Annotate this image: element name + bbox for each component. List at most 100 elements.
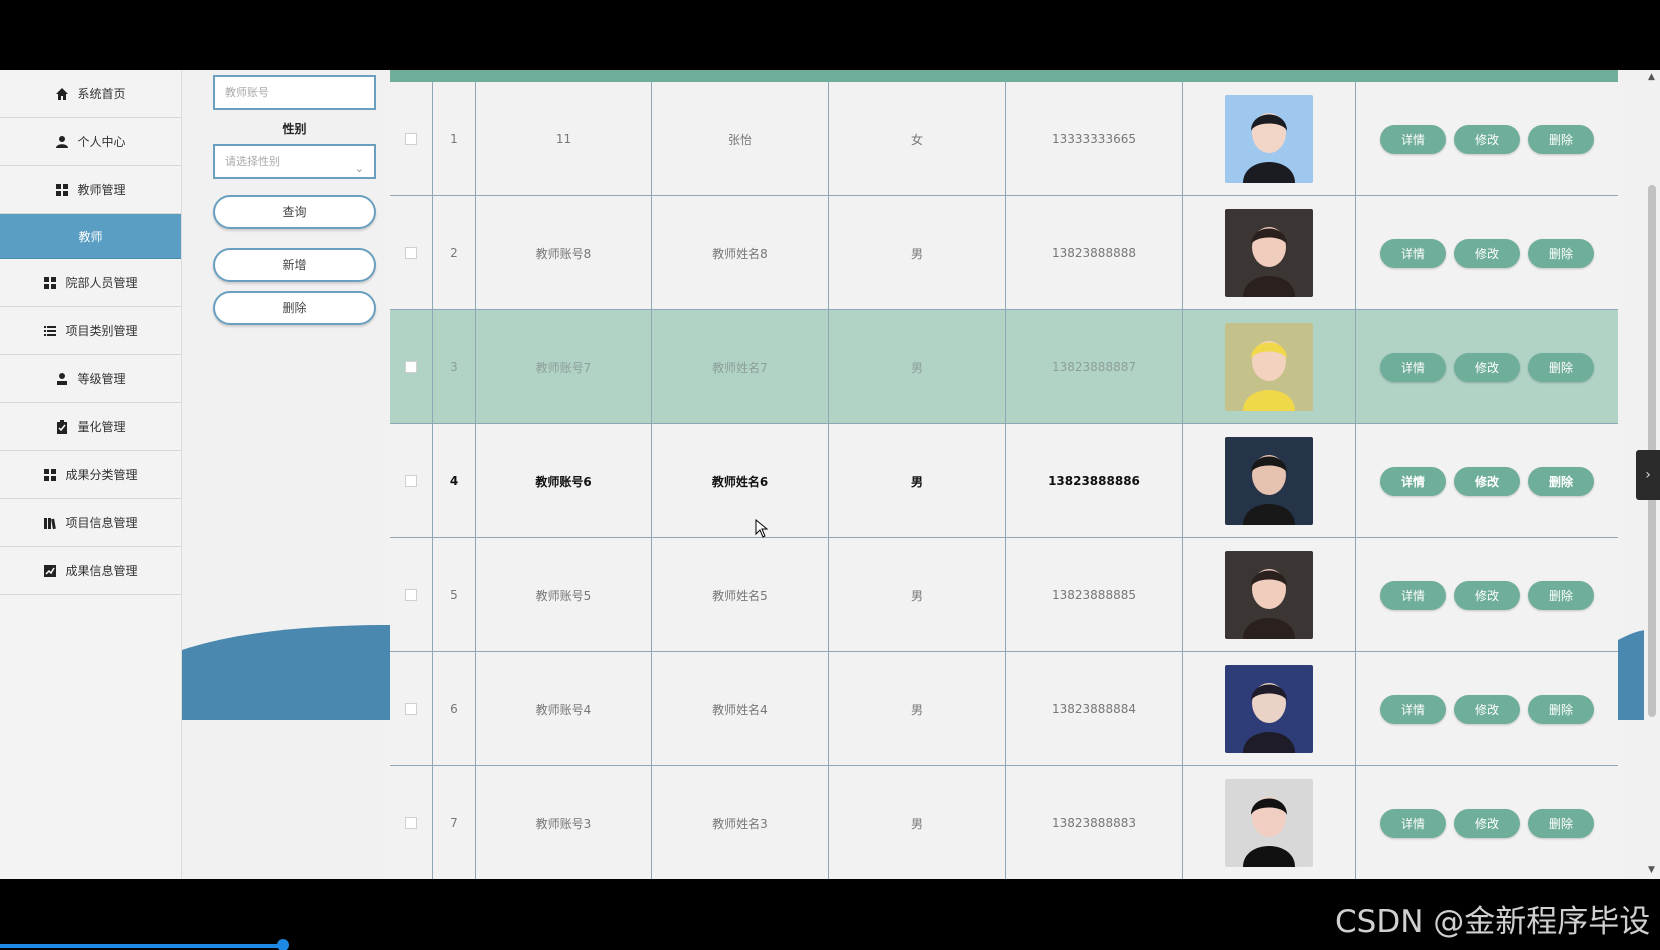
- video-progress-bar[interactable]: [0, 944, 285, 948]
- row-select-cell: [390, 538, 432, 652]
- phone-cell: 13823888885: [1005, 538, 1182, 652]
- account-cell: 教师账号4: [475, 652, 651, 766]
- table-row[interactable]: 2 教师账号8 教师姓名8 男 13823888888 详情 修改 删除: [390, 196, 1618, 310]
- index-cell: 7: [432, 766, 475, 879]
- table-row[interactable]: 1 11 张怡女 13333333665 详情 修改 删除: [390, 82, 1618, 196]
- table-row[interactable]: 3 教师账号7 教师姓名7 男 13823888887 详情 修改 删除: [390, 310, 1618, 424]
- name-cell: 教师姓名5: [651, 538, 828, 652]
- index-cell: 1: [432, 82, 475, 196]
- teacher-photo[interactable]: [1225, 209, 1313, 297]
- sidebar-item-result-category[interactable]: 成果分类管理: [0, 451, 181, 499]
- edit-button[interactable]: 修改: [1454, 238, 1520, 268]
- video-progress-handle[interactable]: [277, 939, 289, 950]
- table-row[interactable]: 5 教师账号5 教师姓名5 男 13823888885 详情 修改 删除: [390, 538, 1618, 652]
- teacher-photo[interactable]: [1225, 437, 1313, 525]
- account-cell: 教师账号5: [475, 538, 651, 652]
- delete-button[interactable]: 删除: [1528, 694, 1594, 724]
- sidebar-item-teacher-manage[interactable]: 教师管理: [0, 166, 181, 214]
- edit-button[interactable]: 修改: [1454, 808, 1520, 838]
- scroll-down-icon[interactable]: ▼: [1648, 865, 1655, 875]
- detail-button[interactable]: 详情: [1380, 238, 1446, 268]
- sidebar-item-project-info[interactable]: 项目信息管理: [0, 499, 181, 547]
- gender-cell: 男: [828, 538, 1005, 652]
- row-checkbox[interactable]: [405, 703, 417, 715]
- actions-cell: 详情 修改 删除: [1355, 538, 1618, 652]
- row-checkbox[interactable]: [405, 361, 417, 373]
- name-cell: 教师姓名4: [651, 652, 828, 766]
- edit-button[interactable]: 修改: [1454, 580, 1520, 610]
- sidebar-item-project-category[interactable]: 项目类别管理: [0, 307, 181, 355]
- detail-button[interactable]: 详情: [1380, 352, 1446, 382]
- sidebar-item-label: 成果信息管理: [65, 564, 138, 578]
- actions-cell: 详情 修改 删除: [1355, 82, 1618, 196]
- edit-button[interactable]: 修改: [1454, 466, 1520, 496]
- teacher-photo[interactable]: [1225, 323, 1313, 411]
- delete-button[interactable]: 删除: [1528, 352, 1594, 382]
- edit-button[interactable]: 修改: [1454, 694, 1520, 724]
- row-select-cell: [390, 652, 432, 766]
- account-search-input[interactable]: 教师账号: [213, 75, 376, 110]
- delete-button[interactable]: 删除: [1528, 580, 1594, 610]
- actions-cell: 详情 修改 删除: [1355, 652, 1618, 766]
- table-row[interactable]: 4 教师账号6 教师姓名6 男 13823888886 详情 修改 删除: [390, 424, 1618, 538]
- sidebar-item-label: 个人中心: [77, 135, 126, 149]
- teacher-photo[interactable]: [1225, 95, 1313, 183]
- mouse-cursor-icon: [755, 519, 769, 538]
- scroll-up-icon[interactable]: ▲: [1648, 72, 1655, 82]
- teacher-photo[interactable]: [1225, 779, 1313, 867]
- detail-button[interactable]: 详情: [1380, 466, 1446, 496]
- delete-button[interactable]: 删除: [1528, 466, 1594, 496]
- delete-button[interactable]: 删除: [1528, 238, 1594, 268]
- table-row[interactable]: 6 教师账号4 教师姓名4 男 13823888884 详情 修改 删除: [390, 652, 1618, 766]
- chevron-down-icon: ⌄: [354, 162, 364, 175]
- edit-button[interactable]: 修改: [1454, 352, 1520, 382]
- phone-cell: 13823888886: [1005, 424, 1182, 538]
- name-cell: 教师姓名3: [651, 766, 828, 879]
- delete-button[interactable]: 删除: [1528, 124, 1594, 154]
- sidebar-item-profile[interactable]: 个人中心: [0, 118, 181, 166]
- row-checkbox[interactable]: [405, 589, 417, 601]
- account-cell: 教师账号8: [475, 196, 651, 310]
- home-icon: [55, 87, 69, 101]
- sidebar-item-home[interactable]: 系统首页: [0, 70, 181, 118]
- account-search-placeholder: 教师账号: [225, 86, 269, 99]
- detail-button[interactable]: 详情: [1380, 580, 1446, 610]
- sidebar-item-label: 成果分类管理: [65, 468, 138, 482]
- gender-cell: 男: [828, 652, 1005, 766]
- teacher-photo[interactable]: [1225, 551, 1313, 639]
- photo-cell: [1182, 424, 1355, 538]
- add-button[interactable]: 新增: [213, 248, 376, 282]
- sidebar-item-label: 项目类别管理: [65, 324, 138, 338]
- search-panel: 教师账号 性别 请选择性别 ⌄ 查询 新增 删除: [182, 70, 390, 879]
- drawer-toggle-button[interactable]: ›: [1636, 450, 1660, 500]
- delete-button[interactable]: 删除: [1528, 808, 1594, 838]
- sidebar-subitem-teacher[interactable]: 教师: [0, 214, 181, 259]
- gender-select[interactable]: 请选择性别 ⌄: [213, 144, 376, 179]
- sidebar-item-department-staff[interactable]: 院部人员管理: [0, 259, 181, 307]
- account-cell: 教师账号3: [475, 766, 651, 879]
- sidebar-item-level[interactable]: 等级管理: [0, 355, 181, 403]
- row-checkbox[interactable]: [405, 475, 417, 487]
- grid-icon: [43, 468, 57, 482]
- photo-cell: [1182, 538, 1355, 652]
- row-checkbox[interactable]: [405, 133, 417, 145]
- table-row[interactable]: 7 教师账号3 教师姓名3 男 13823888883 详情 修改 删除: [390, 766, 1618, 879]
- sidebar-item-quantify[interactable]: 量化管理: [0, 403, 181, 451]
- batch-delete-button[interactable]: 删除: [213, 291, 376, 325]
- teacher-photo[interactable]: [1225, 665, 1313, 753]
- detail-button[interactable]: 详情: [1380, 808, 1446, 838]
- index-cell: 3: [432, 310, 475, 424]
- chart-icon: [43, 564, 57, 578]
- detail-button[interactable]: 详情: [1380, 694, 1446, 724]
- index-cell: 6: [432, 652, 475, 766]
- phone-cell: 13823888887: [1005, 310, 1182, 424]
- query-button[interactable]: 查询: [213, 195, 376, 229]
- sidebar-item-label: 量化管理: [77, 420, 126, 434]
- detail-button[interactable]: 详情: [1380, 124, 1446, 154]
- row-checkbox[interactable]: [405, 247, 417, 259]
- teacher-table: 1 11 张怡女 13333333665 详情 修改 删除 2 教师账号8 教师姓名8 男 13823…: [390, 70, 1618, 879]
- row-checkbox[interactable]: [405, 817, 417, 829]
- edit-button[interactable]: 修改: [1454, 124, 1520, 154]
- sidebar-item-result-info[interactable]: 成果信息管理: [0, 547, 181, 595]
- row-select-cell: [390, 766, 432, 879]
